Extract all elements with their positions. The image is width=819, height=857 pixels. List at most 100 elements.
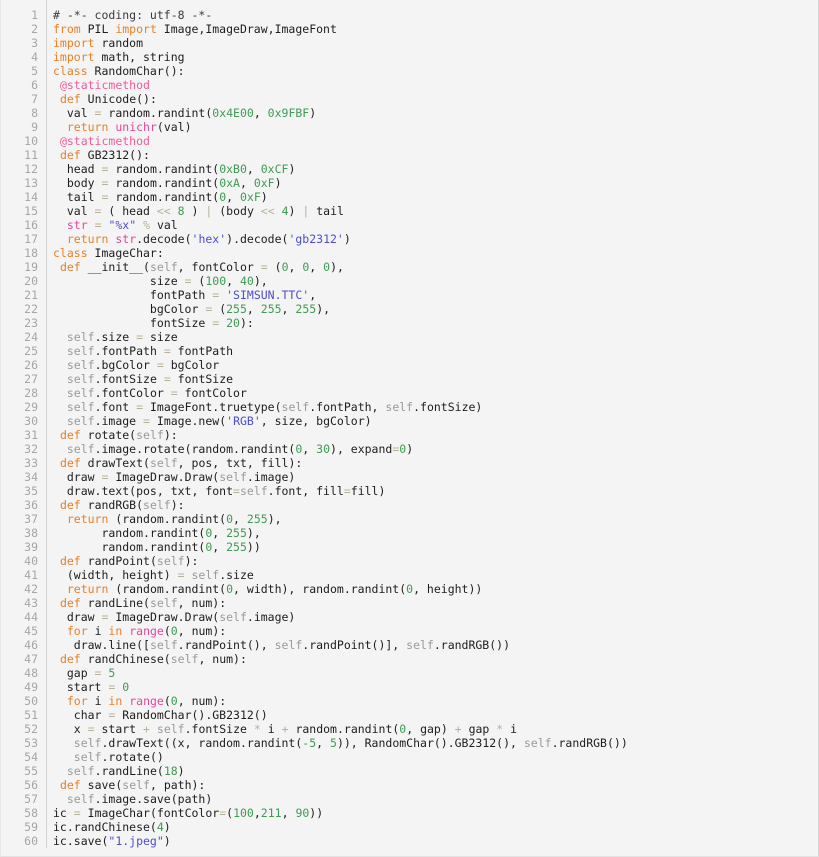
token-plain: RandomChar(): xyxy=(87,64,185,78)
code-line[interactable]: str = "%x" % val xyxy=(53,218,818,232)
token-kw: import xyxy=(115,22,157,36)
code-line[interactable]: self.size = size xyxy=(53,330,818,344)
code-line[interactable]: self.fontColor = fontColor xyxy=(53,386,818,400)
code-line[interactable]: def randRGB(self): xyxy=(53,498,818,512)
code-viewport[interactable]: 1 2 3 4 5 6 7 8 9 10 11 12 13 14 15 16 17 18 19 20 21 22 23 24 2… xyxy=(1,0,818,856)
code-line[interactable]: random.randint(0, 255), xyxy=(53,526,818,540)
code-line[interactable]: self.fontSize = fontSize xyxy=(53,372,818,386)
code-line[interactable]: tail = random.randint(0, 0xF) xyxy=(53,190,818,204)
token-plain: , num): xyxy=(198,652,247,666)
code-line[interactable]: for i in range(0, num): xyxy=(53,624,818,638)
token-op: * xyxy=(253,722,261,736)
token-self: self xyxy=(73,736,102,750)
code-line[interactable]: # -*- coding: utf-8 -*- xyxy=(53,8,818,22)
token-op: % xyxy=(143,218,151,232)
token-kw: def xyxy=(59,778,81,792)
code-line[interactable]: head = random.randint(0xB0, 0xCF) xyxy=(53,162,818,176)
code-line[interactable]: size = (100, 40), xyxy=(53,274,818,288)
code-line[interactable]: def randPoint(self): xyxy=(53,554,818,568)
code-line[interactable]: self.drawText((x, random.randint(-5, 5))… xyxy=(53,736,818,750)
token-num: 0xB0 xyxy=(219,162,247,176)
code-line[interactable]: gap = 5 xyxy=(53,666,818,680)
code-line[interactable]: draw.text(pos, txt, font=self.font, fill… xyxy=(53,484,818,498)
token-plain: draw xyxy=(53,610,102,624)
line-number: 9 xyxy=(31,120,38,134)
code-line[interactable]: draw.line([self.randPoint(), self.randPo… xyxy=(53,638,818,652)
code-line[interactable]: draw = ImageDraw.Draw(self.image) xyxy=(53,470,818,484)
code-line[interactable]: return str.decode('hex').decode('gb2312'… xyxy=(53,232,818,246)
code-content[interactable]: # -*- coding: utf-8 -*- from PIL import I… xyxy=(47,0,818,848)
code-line[interactable]: self.image.rotate(random.randint(0, 30),… xyxy=(53,442,818,456)
token-str: 'RGB' xyxy=(226,414,261,428)
code-line[interactable]: def drawText(self, pos, txt, fill): xyxy=(53,456,818,470)
token-plain: fontColor xyxy=(177,386,247,400)
token-plain: .fontSize) xyxy=(413,400,483,414)
code-line[interactable]: @staticmethod xyxy=(53,134,818,148)
code-line[interactable]: (width, height) = self.size xyxy=(53,568,818,582)
line-number: 19 xyxy=(24,260,38,274)
token-plain: random.randint( xyxy=(288,722,400,736)
token-plain: , xyxy=(226,274,240,288)
token-kw: def xyxy=(59,596,81,610)
token-plain: draw xyxy=(53,470,102,484)
code-line[interactable]: self.image.save(path) xyxy=(53,792,818,806)
code-line[interactable]: def GB2312(): xyxy=(53,148,818,162)
line-number: 2 xyxy=(31,22,38,36)
token-self: self xyxy=(66,400,95,414)
code-line[interactable]: ic = ImageChar(fontColor=(100,211, 90)) xyxy=(53,806,818,820)
token-plain: , xyxy=(309,260,324,274)
code-line[interactable]: fontSize = 20): xyxy=(53,316,818,330)
line-number: 1 xyxy=(31,8,38,22)
code-line[interactable]: char = RandomChar().GB2312() xyxy=(53,708,818,722)
code-line[interactable]: class RandomChar(): xyxy=(53,64,818,78)
code-line[interactable]: return (random.randint(0, 255), xyxy=(53,512,818,526)
code-line[interactable]: def rotate(self): xyxy=(53,428,818,442)
code-line[interactable]: for i in range(0, num): xyxy=(53,694,818,708)
code-line[interactable]: def Unicode(): xyxy=(53,92,818,106)
code-line[interactable]: val = random.randint(0x4E00, 0x9FBF) xyxy=(53,106,818,120)
token-self: self xyxy=(385,400,414,414)
token-plain: .image.rotate(random.randint( xyxy=(94,442,296,456)
code-line[interactable]: def randLine(self, num): xyxy=(53,596,818,610)
code-line[interactable]: self.rotate() xyxy=(53,750,818,764)
code-line[interactable]: return (random.randint(0, width), random… xyxy=(53,582,818,596)
code-line[interactable]: body = random.randint(0xA, 0xF) xyxy=(53,176,818,190)
code-line[interactable]: self.bgColor = bgColor xyxy=(53,358,818,372)
token-self: self xyxy=(66,330,95,344)
code-line[interactable]: self.randLine(18) xyxy=(53,764,818,778)
code-line[interactable]: class ImageChar: xyxy=(53,246,818,260)
code-line[interactable]: @staticmethod xyxy=(53,78,818,92)
code-line[interactable]: from PIL import Image,ImageDraw,ImageFon… xyxy=(53,22,818,36)
code-line[interactable]: self.image = Image.new('RGB', size, bgCo… xyxy=(53,414,818,428)
code-line[interactable]: self.font = ImageFont.truetype(self.font… xyxy=(53,400,818,414)
code-line[interactable]: ic.randChinese(4) xyxy=(53,820,818,834)
code-line[interactable]: bgColor = (255, 255, 255), xyxy=(53,302,818,316)
code-line[interactable]: import random xyxy=(53,36,818,50)
code-editor-pane[interactable]: 1 2 3 4 5 6 7 8 9 10 11 12 13 14 15 16 17 18 19 20 21 22 23 24 2… xyxy=(0,0,819,857)
token-plain: .randRGB()) xyxy=(551,736,628,750)
token-plain: Image,ImageDraw,ImageFont xyxy=(156,22,337,36)
token-plain: ( xyxy=(163,694,171,708)
code-line[interactable]: x = start + self.fontSize * i + random.r… xyxy=(53,722,818,736)
code-line[interactable]: start = 0 xyxy=(53,680,818,694)
code-line[interactable]: val = ( head << 8 ) | (body << 4) | tail xyxy=(53,204,818,218)
token-plain: tail xyxy=(309,204,344,218)
token-plain: (val) xyxy=(156,120,192,134)
code-line[interactable]: return unichr(val) xyxy=(53,120,818,134)
code-line[interactable]: self.fontPath = fontPath xyxy=(53,344,818,358)
line-number-gutter: 1 2 3 4 5 6 7 8 9 10 11 12 13 14 15 16 17 18 19 20 21 22 23 24 2… xyxy=(1,0,47,848)
token-num: 90 xyxy=(295,806,310,820)
code-line[interactable]: fontPath = 'SIMSUN.TTC', xyxy=(53,288,818,302)
code-line[interactable]: def randChinese(self, num): xyxy=(53,652,818,666)
token-plain: .randPoint(), xyxy=(177,638,275,652)
line-number: 36 xyxy=(24,498,38,512)
line-number: 26 xyxy=(24,358,38,372)
code-line[interactable]: import math, string xyxy=(53,50,818,64)
code-line[interactable]: ic.save("1.jpeg") xyxy=(53,834,818,848)
code-line[interactable]: def __init__(self, fontColor = (0, 0, 0)… xyxy=(53,260,818,274)
code-line[interactable]: def save(self, path): xyxy=(53,778,818,792)
code-line[interactable]: draw = ImageDraw.Draw(self.image) xyxy=(53,610,818,624)
code-line[interactable]: random.randint(0, 255)) xyxy=(53,540,818,554)
